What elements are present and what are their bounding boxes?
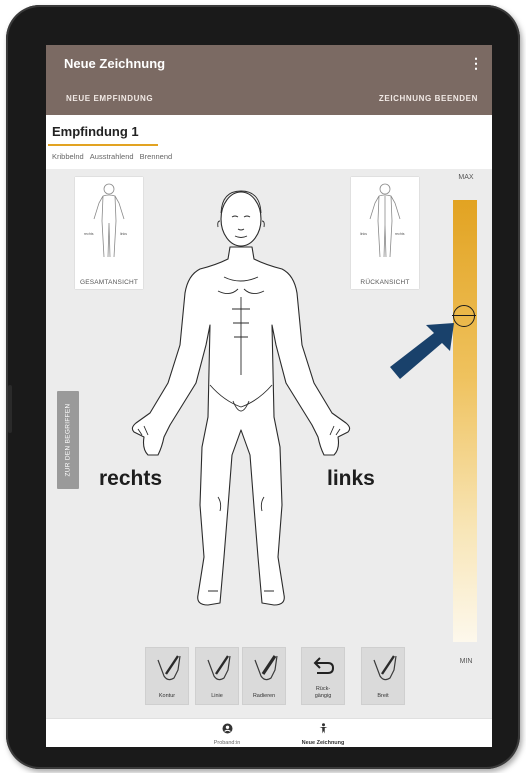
left-side-label: links xyxy=(327,467,375,490)
body-icon xyxy=(319,723,327,734)
app-bar: Neue Zeichnung ⋮ NEUE EMPFINDUNG ZEICHNU… xyxy=(46,45,492,115)
back-mini-right: rechts xyxy=(395,232,405,236)
chip-kribbelnd[interactable]: Kribbelnd xyxy=(52,152,84,161)
nav-neue-zeichnung-label: Neue Zeichnung xyxy=(301,740,345,746)
bottom-navigation: Proband:in Neue Zeichnung xyxy=(46,718,492,747)
sensation-chips: Kribbelnd Ausstrahlend Brennend xyxy=(52,152,176,161)
tool-breit-button[interactable]: Breit xyxy=(361,647,405,705)
new-sensation-button[interactable]: NEUE EMPFINDUNG xyxy=(66,94,153,103)
terms-side-tab-label: ZUR DEN BEGRIFFEN xyxy=(64,403,72,477)
tool-linie-label: Linie xyxy=(211,693,223,699)
tablet-side-button xyxy=(8,385,12,433)
tool-radieren-button[interactable]: Radieren xyxy=(242,647,286,705)
nav-proband[interactable]: Proband:in xyxy=(187,721,267,746)
pen-hand-icon xyxy=(157,655,181,681)
tool-breit-label: Breit xyxy=(377,693,389,699)
intensity-slider[interactable] xyxy=(453,200,477,642)
slider-max-label: MAX xyxy=(458,174,474,181)
body-front-mini-icon xyxy=(93,183,125,258)
tool-radieren-label: Radieren xyxy=(252,693,276,699)
app-screen: Neue Zeichnung ⋮ NEUE EMPFINDUNG ZEICHNU… xyxy=(46,45,492,747)
tool-undo-button[interactable]: Rück-gängig xyxy=(301,647,345,705)
person-icon xyxy=(222,723,232,734)
drawing-canvas[interactable]: rechts links GESAMTANSICHT links rechts … xyxy=(46,169,492,705)
chip-brennend[interactable]: Brennend xyxy=(140,152,173,161)
drawing-toolbar: Kontur Linie Radieren Rück- gängig Breit xyxy=(46,647,492,711)
more-vert-icon[interactable]: ⋮ xyxy=(468,53,484,73)
tool-undo-label: Rück-gängig xyxy=(314,686,332,699)
nav-proband-label: Proband:in xyxy=(213,740,241,746)
pointer-arrow-icon xyxy=(390,323,454,379)
tool-kontur-button[interactable]: Kontur xyxy=(145,647,189,705)
terms-side-tab[interactable]: ZUR DEN BEGRIFFEN xyxy=(57,391,79,489)
right-side-label: rechts xyxy=(99,467,163,490)
undo-icon xyxy=(313,657,335,674)
app-title: Neue Zeichnung xyxy=(64,56,166,71)
pen-hand-icon xyxy=(207,655,231,681)
sensation-tab-bar: Empfindung 1 Kribbelnd Ausstrahlend Bren… xyxy=(46,115,492,169)
tablet-frame: Neue Zeichnung ⋮ NEUE EMPFINDUNG ZEICHNU… xyxy=(6,5,520,769)
tab-indicator xyxy=(48,144,158,146)
tool-kontur-label: Kontur xyxy=(158,693,176,699)
front-mini-right: rechts xyxy=(84,232,94,236)
eraser-hand-icon xyxy=(254,655,278,681)
body-outline-figure[interactable] xyxy=(124,185,374,615)
tab-sensation-1[interactable]: Empfindung 1 xyxy=(52,124,139,139)
tool-linie-button[interactable]: Linie xyxy=(195,647,239,705)
chip-ausstrahlend[interactable]: Ausstrahlend xyxy=(90,152,134,161)
finish-drawing-button[interactable]: ZEICHNUNG BEENDEN xyxy=(379,94,478,103)
pen-hand-icon xyxy=(373,655,397,681)
nav-neue-zeichnung[interactable]: Neue Zeichnung xyxy=(283,721,363,746)
